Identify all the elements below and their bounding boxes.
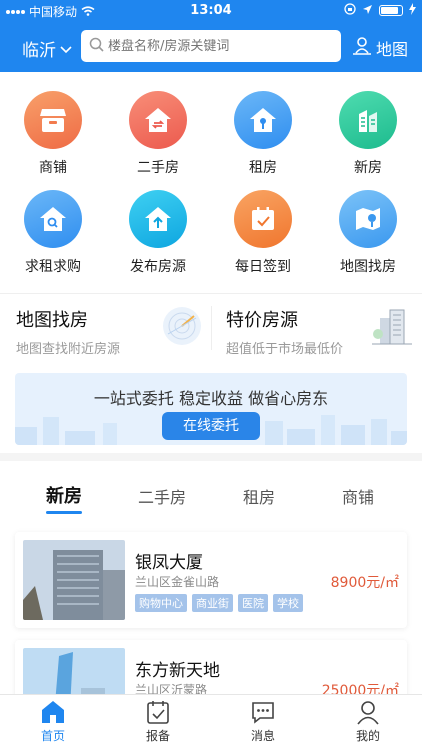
grid-label: 租房	[249, 160, 277, 176]
search-house-icon	[24, 190, 82, 248]
online-delegate-button[interactable]: 在线委托	[162, 412, 260, 440]
feature-subtitle: 超值低于市场最低价	[226, 342, 344, 357]
home-icon	[42, 701, 64, 723]
tab-shop[interactable]: 商铺	[318, 484, 398, 508]
feature-row: 地图找房 地图查找附近房源 特价房源 超值低于市场最低价	[0, 293, 422, 361]
map-button-label: 地图	[375, 40, 408, 59]
tab-rent[interactable]: 租房	[219, 484, 299, 508]
feature-subtitle: 地图查找附近房源	[16, 342, 121, 357]
grid-label: 新房	[354, 160, 382, 176]
search-input[interactable]	[108, 38, 328, 54]
grid-item-publish[interactable]: 发布房源	[113, 190, 203, 276]
upload-house-icon	[129, 190, 187, 248]
nav-messages[interactable]: 消息	[233, 699, 293, 744]
grid-label: 发布房源	[130, 259, 186, 275]
grid-label: 地图找房	[340, 259, 396, 275]
city-label: 临沂	[22, 41, 56, 61]
bottom-navigation: 首页 报备 消息 我的	[0, 694, 422, 750]
tab-second-hand[interactable]: 二手房	[122, 484, 202, 508]
grid-item-shop[interactable]: 商铺	[8, 91, 98, 177]
tab-new-house[interactable]: 新房	[24, 482, 104, 508]
grid-item-map-search[interactable]: 地图找房	[323, 190, 413, 276]
chevron-down-icon	[60, 39, 72, 59]
nav-label: 报备	[145, 729, 170, 743]
nav-home[interactable]: 首页	[23, 699, 83, 744]
grid-item-checkin[interactable]: 每日签到	[218, 190, 308, 276]
listing-price: 8900元/㎡	[330, 575, 399, 591]
banner-text: 一站式委托 稳定收益 做省心房东	[93, 389, 329, 408]
map-person-pin-icon	[352, 36, 372, 60]
grid-label: 二手房	[137, 160, 179, 176]
user-icon	[357, 701, 379, 725]
listing-tag: 商业街	[192, 594, 233, 612]
top-header: 中国移动 13:04 临沂 地图	[0, 0, 422, 72]
listing-name: 东方新天地	[135, 661, 220, 681]
section-separator	[0, 453, 422, 461]
lock-rotation-icon	[344, 3, 356, 18]
listing-address: 兰山区金雀山路	[135, 575, 220, 589]
listing-card[interactable]: 银凤大厦 兰山区金雀山路 8900元/㎡ 购物中心 商业街 医院 学校	[15, 532, 407, 628]
listing-name: 银凤大厦	[135, 553, 203, 573]
shop-icon	[24, 91, 82, 149]
battery-icon	[379, 5, 403, 16]
city-selector[interactable]: 临沂	[22, 36, 72, 61]
building-photo	[23, 540, 125, 620]
nav-label: 消息	[250, 729, 275, 743]
nav-mine[interactable]: 我的	[338, 699, 398, 744]
location-arrow-icon	[362, 4, 373, 18]
feature-title: 地图找房	[16, 310, 88, 331]
grid-item-seek[interactable]: 求租求购	[8, 190, 98, 276]
active-tab-indicator	[46, 511, 82, 514]
listing-tag: 医院	[238, 594, 268, 612]
report-calendar-icon	[147, 701, 169, 724]
charging-icon	[409, 3, 416, 18]
listing-tag: 学校	[273, 594, 303, 612]
rent-key-house-icon	[234, 91, 292, 149]
building-illustration-icon	[370, 304, 414, 354]
calendar-check-icon	[234, 190, 292, 248]
status-bar: 中国移动 13:04	[0, 0, 422, 22]
grid-label: 每日签到	[235, 259, 291, 275]
new-building-icon	[339, 91, 397, 149]
listing-tags: 购物中心 商业街 医院 学校	[135, 594, 303, 612]
feature-title: 特价房源	[226, 310, 298, 331]
nav-label: 我的	[355, 729, 380, 743]
message-icon	[252, 702, 274, 724]
feature-map-search[interactable]: 地图找房 地图查找附近房源	[16, 306, 120, 357]
second-hand-house-icon	[129, 91, 187, 149]
nav-report[interactable]: 报备	[128, 699, 188, 744]
nav-label: 首页	[40, 729, 65, 743]
delegation-banner[interactable]: 一站式委托 稳定收益 做省心房东 在线委托	[15, 373, 407, 445]
radar-map-icon	[160, 304, 204, 352]
map-pin-icon	[339, 190, 397, 248]
grid-item-second-hand[interactable]: 二手房	[113, 91, 203, 177]
grid-item-rent[interactable]: 租房	[218, 91, 308, 177]
feature-divider	[211, 306, 212, 350]
feature-special-price[interactable]: 特价房源 超值低于市场最低价	[226, 306, 343, 357]
grid-item-new-house[interactable]: 新房	[323, 91, 413, 177]
search-icon	[89, 37, 104, 56]
grid-label: 求租求购	[25, 259, 81, 275]
listing-tabs: 新房 二手房 租房 商铺	[0, 480, 422, 516]
search-box[interactable]	[81, 30, 341, 62]
listing-tag: 购物中心	[135, 594, 187, 612]
map-button[interactable]: 地图	[352, 36, 408, 60]
grid-label: 商铺	[39, 160, 67, 176]
